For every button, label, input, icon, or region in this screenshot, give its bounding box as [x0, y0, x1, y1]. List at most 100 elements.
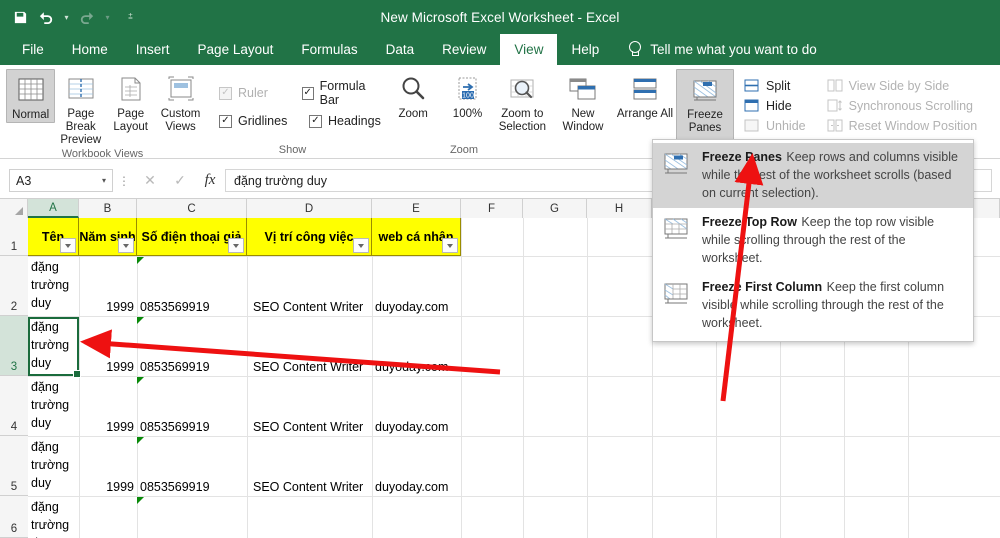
tab-file[interactable]: File	[8, 34, 58, 65]
select-all-corner[interactable]	[0, 199, 28, 218]
filter-dropdown-icon[interactable]	[118, 238, 134, 253]
column-header-c[interactable]: C	[137, 199, 247, 218]
menu-item-freeze-panes[interactable]: Freeze Panes Keep rows and columns visib…	[653, 143, 973, 208]
column-header-h[interactable]: H	[587, 199, 652, 218]
column-header-f[interactable]: F	[461, 199, 523, 218]
tab-data[interactable]: Data	[372, 34, 429, 65]
customize-qat-icon[interactable]: ⩲	[124, 4, 137, 30]
row-header-5[interactable]: 5	[0, 436, 28, 496]
formula-bar-checkbox[interactable]: ✓ Formula Bar	[301, 79, 381, 107]
formula-bar-handle[interactable]: ⋮	[113, 174, 135, 188]
cell-d4[interactable]: SEO Content Writer	[247, 377, 372, 436]
table-header-cell-c1[interactable]: Số điện thoại giả	[137, 218, 247, 256]
custom-views-button[interactable]: Custom Views	[156, 69, 205, 134]
show-group-label: Show	[278, 144, 307, 156]
column-header-a[interactable]: A	[28, 199, 79, 218]
cell-d3[interactable]: SEO Content Writer	[247, 317, 372, 376]
menu-item-freeze-top-row[interactable]: Freeze Top Row Keep the top row visible …	[653, 208, 973, 273]
cell-c5[interactable]: 0853569919	[137, 437, 247, 496]
view-side-by-side-button: View Side by Side	[827, 79, 978, 93]
cell-b2[interactable]: 1999	[79, 257, 137, 316]
window-small-buttons-left: Split Hide Unhide	[738, 69, 812, 133]
cell-a3[interactable]: đặng trường duy	[28, 317, 79, 376]
tab-page-layout[interactable]: Page Layout	[184, 34, 288, 65]
cell-d6[interactable]: SEO Content Writer	[247, 497, 372, 538]
column-header-b[interactable]: B	[79, 199, 137, 218]
table-header-cell-a1[interactable]: Tên	[28, 218, 79, 256]
freeze-panes-icon	[690, 73, 720, 107]
page-layout-view-button[interactable]: Page Layout	[106, 69, 155, 134]
chevron-down-icon[interactable]: ▾	[102, 176, 106, 185]
filter-dropdown-icon[interactable]	[228, 238, 244, 253]
column-header-e[interactable]: E	[372, 199, 461, 218]
cell-d5[interactable]: SEO Content Writer	[247, 437, 372, 496]
cell-c4[interactable]: 0853569919	[137, 377, 247, 436]
split-button[interactable]: Split	[744, 79, 806, 93]
headings-checkbox[interactable]: ✓ Headings	[309, 114, 381, 128]
cell-d2[interactable]: SEO Content Writer	[247, 257, 372, 316]
checkbox-box: ✓	[309, 114, 322, 128]
row-header-4[interactable]: 4	[0, 376, 28, 436]
column-header-g[interactable]: G	[523, 199, 587, 218]
filter-dropdown-icon[interactable]	[353, 238, 369, 253]
cell-c6[interactable]: 0853569919	[137, 497, 247, 538]
row-header-1[interactable]: 1	[0, 218, 28, 256]
new-window-button[interactable]: New Window	[552, 69, 614, 134]
page-break-preview-button[interactable]: Page Break Preview	[56, 69, 105, 147]
cell-e5[interactable]: duyoday.com	[372, 437, 461, 496]
cell-b6[interactable]: 1999	[79, 497, 137, 538]
row-header-3[interactable]: 3	[0, 316, 28, 376]
zoom-button[interactable]: Zoom	[388, 69, 438, 121]
arrange-all-button[interactable]: Arrange All	[614, 69, 676, 121]
row-header-6[interactable]: 6	[0, 496, 28, 538]
tab-formulas[interactable]: Formulas	[287, 34, 371, 65]
cell-a6[interactable]: đặng trường duy	[28, 497, 79, 538]
filter-dropdown-icon[interactable]	[442, 238, 458, 253]
gridlines-checkbox[interactable]: ✓ Gridlines	[219, 114, 291, 128]
name-box-value: A3	[16, 173, 32, 188]
cell-a2[interactable]: đặng trường duy	[28, 257, 79, 316]
cell-c2[interactable]: 0853569919	[137, 257, 247, 316]
cell-b3[interactable]: 1999	[79, 317, 137, 376]
tell-me-box[interactable]: Tell me what you want to do	[613, 34, 817, 65]
menu-item-freeze-first-column[interactable]: Freeze First Column Keep the first colum…	[653, 273, 973, 338]
zoom-to-selection-button[interactable]: Zoom to Selection	[497, 69, 548, 134]
cell-e6[interactable]: duyoday.com	[372, 497, 461, 538]
cell-text-line: đặng	[31, 440, 59, 454]
row-header-2[interactable]: 2	[0, 256, 28, 316]
table-header-cell-d1[interactable]: Vị trí công việc	[247, 218, 372, 256]
name-box[interactable]: A3 ▾	[9, 169, 113, 192]
tab-view[interactable]: View	[500, 34, 558, 65]
cell-b4[interactable]: 1999	[79, 377, 137, 436]
save-icon[interactable]	[8, 4, 32, 30]
cell-c3[interactable]: 0853569919	[137, 317, 247, 376]
normal-view-button[interactable]: Normal	[6, 69, 56, 123]
normal-view-icon	[16, 73, 46, 107]
tab-review[interactable]: Review	[428, 34, 500, 65]
filter-dropdown-icon[interactable]	[60, 238, 76, 253]
freeze-panes-button[interactable]: Freeze Panes ▾	[676, 69, 734, 149]
cell-e3[interactable]: duyoday.com	[372, 317, 461, 376]
tab-home[interactable]: Home	[58, 34, 122, 65]
cell-b5[interactable]: 1999	[79, 437, 137, 496]
zoom-100-button[interactable]: 100 100%	[442, 69, 492, 121]
cell-e4[interactable]: duyoday.com	[372, 377, 461, 436]
insert-function-icon[interactable]: fx	[195, 172, 225, 189]
cell-e2[interactable]: duyoday.com	[372, 257, 461, 316]
switch-windows-button[interactable]: Switch Windows ▾	[992, 69, 1000, 147]
undo-icon[interactable]	[34, 4, 58, 30]
workbook-views-group-label: Workbook Views	[61, 148, 144, 160]
table-header-cell-b1[interactable]: Năm sinh	[79, 218, 137, 256]
synchronous-scrolling-icon	[827, 99, 843, 113]
freeze-panes-label: Freeze Panes	[687, 109, 723, 134]
excel-window: New Microsoft Excel Worksheet - Excel ▾ …	[0, 0, 1000, 538]
tab-help[interactable]: Help	[557, 34, 613, 65]
headings-label: Headings	[328, 114, 381, 128]
tab-insert[interactable]: Insert	[122, 34, 184, 65]
cell-a4[interactable]: đặng trường duy	[28, 377, 79, 436]
undo-dropdown-caret[interactable]: ▾	[60, 4, 73, 30]
cell-a5[interactable]: đặng trường duy	[28, 437, 79, 496]
table-header-cell-e1[interactable]: web cá nhân	[372, 218, 461, 256]
hide-button[interactable]: Hide	[744, 99, 806, 113]
column-header-d[interactable]: D	[247, 199, 372, 218]
